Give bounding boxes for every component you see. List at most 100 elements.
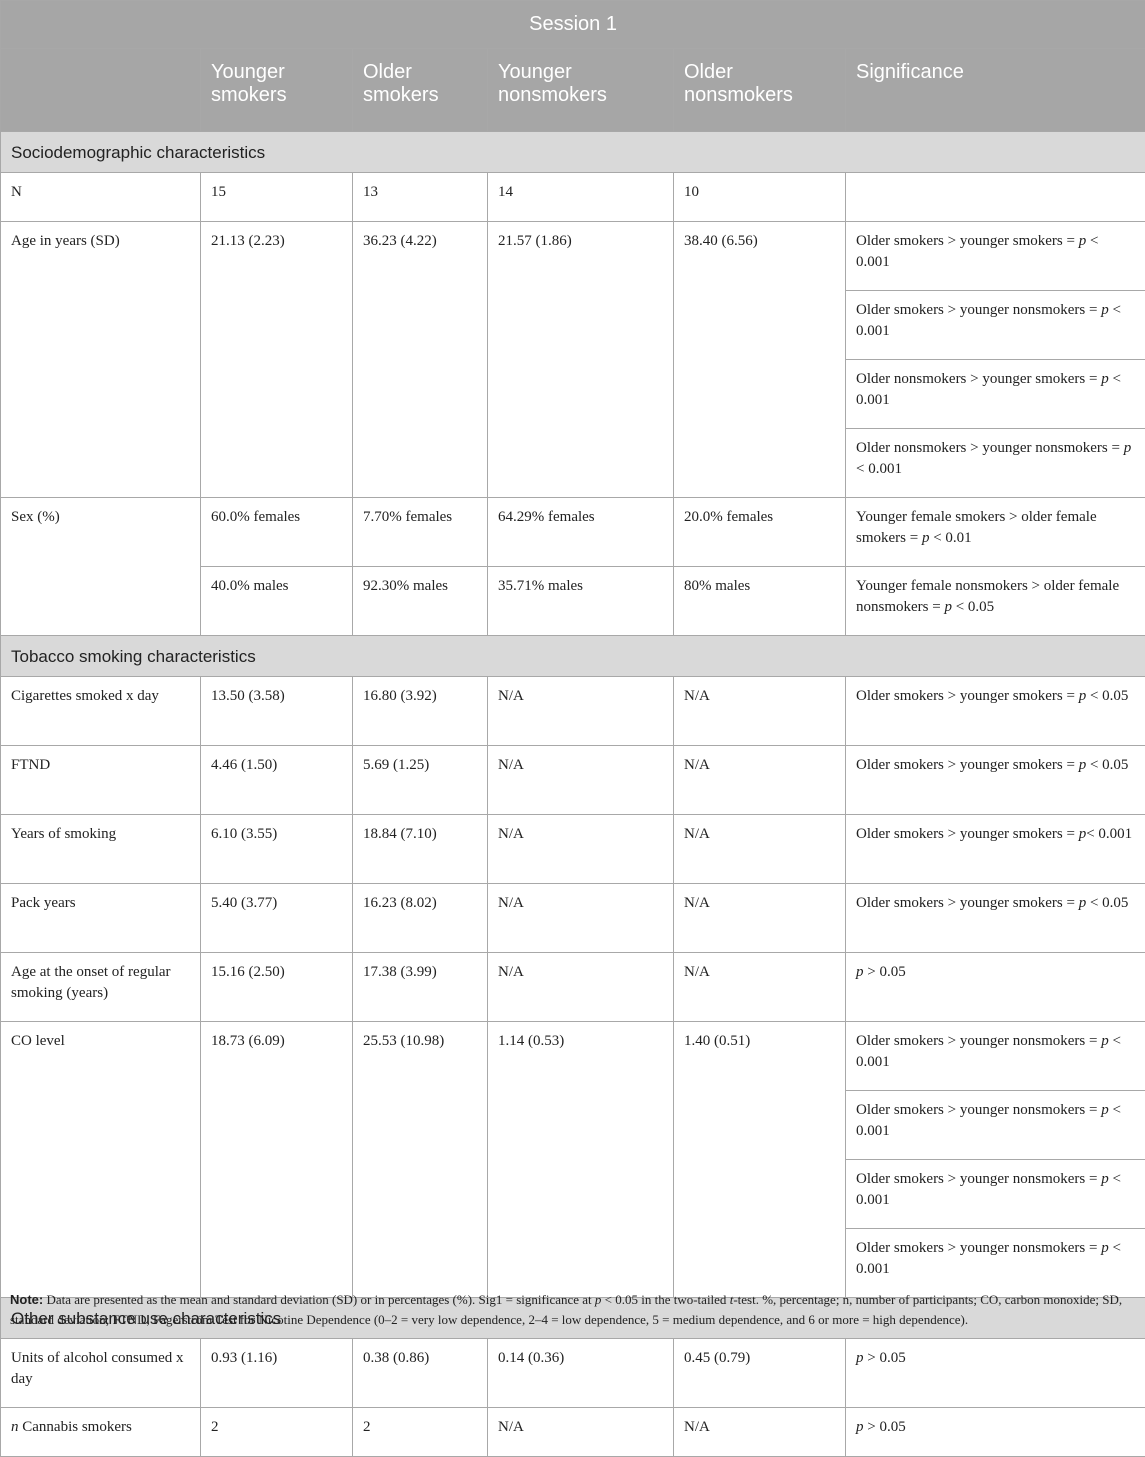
table-row-cigarettes: Cigarettes smoked x day 13.50 (3.58) 16.… <box>1 677 1145 746</box>
cell-significance: Older nonsmokers > younger smokers = p <… <box>846 360 1145 429</box>
column-header-younger-nonsmokers: Younger nonsmokers <box>488 49 674 132</box>
table-row-age: Age in years (SD) 21.13 (2.23) 36.23 (4.… <box>1 222 1145 291</box>
cell-value: 10 <box>674 173 846 222</box>
cell-significance: Younger female smokers > older female sm… <box>846 498 1145 567</box>
table-row-n: N 15 13 14 10 <box>1 173 1145 222</box>
row-label: Age in years (SD) <box>1 222 201 498</box>
cell-significance: Older smokers > younger smokers = p < 0.… <box>846 677 1145 746</box>
cell-value: 1.40 (0.51) <box>674 1022 846 1298</box>
cell-value: 40.0% males <box>201 567 353 636</box>
cell-value: 36.23 (4.22) <box>353 222 488 498</box>
table-row-years-of-smoking: Years of smoking 6.10 (3.55) 18.84 (7.10… <box>1 815 1145 884</box>
cell-value: 5.69 (1.25) <box>353 746 488 815</box>
table-row-pack-years: Pack years 5.40 (3.77) 16.23 (8.02) N/A … <box>1 884 1145 953</box>
cell-value: N/A <box>674 884 846 953</box>
column-header-older-smokers: Older smokers <box>353 49 488 132</box>
table-row-onset-age: Age at the onset of regular smoking (yea… <box>1 953 1145 1022</box>
cell-value: 80% males <box>674 567 846 636</box>
row-label: Cigarettes smoked x day <box>1 677 201 746</box>
row-label: Sex (%) <box>1 498 201 636</box>
cell-value: 6.10 (3.55) <box>201 815 353 884</box>
table-row-ftnd: FTND 4.46 (1.50) 5.69 (1.25) N/A N/A Old… <box>1 746 1145 815</box>
cell-significance: Older smokers > younger nonsmokers = p <… <box>846 291 1145 360</box>
cell-significance: Older smokers > younger smokers = p< 0.0… <box>846 815 1145 884</box>
cell-value: 15 <box>201 173 353 222</box>
characteristics-table: Session 1 Younger smokers Older smokers … <box>0 0 1145 1457</box>
cell-value: 13 <box>353 173 488 222</box>
cell-value: 20.0% females <box>674 498 846 567</box>
cell-value: N/A <box>488 884 674 953</box>
table-title-row: Session 1 <box>1 1 1145 49</box>
cell-significance: p > 0.05 <box>846 1408 1145 1457</box>
cell-value: 7.70% females <box>353 498 488 567</box>
table-row-alcohol: Units of alcohol consumed x day 0.93 (1.… <box>1 1339 1145 1408</box>
cell-value: 38.40 (6.56) <box>674 222 846 498</box>
cell-value: 60.0% females <box>201 498 353 567</box>
cell-value: N/A <box>488 815 674 884</box>
cell-value: 0.45 (0.79) <box>674 1339 846 1408</box>
cell-value: 15.16 (2.50) <box>201 953 353 1022</box>
column-header-significance: Significance <box>846 49 1145 132</box>
cell-significance: Older smokers > younger nonsmokers = p <… <box>846 1160 1145 1229</box>
cell-value: N/A <box>488 953 674 1022</box>
table-row-sex-females: Sex (%) 60.0% females 7.70% females 64.2… <box>1 498 1145 567</box>
cell-value: 2 <box>201 1408 353 1457</box>
section-label: Sociodemographic characteristics <box>1 132 1145 173</box>
column-header-younger-smokers: Younger smokers <box>201 49 353 132</box>
cell-significance: Older smokers > younger nonsmokers = p <… <box>846 1091 1145 1160</box>
section-row-sociodemographic: Sociodemographic characteristics <box>1 132 1145 173</box>
cell-value: N/A <box>674 1408 846 1457</box>
column-header-row: Younger smokers Older smokers Younger no… <box>1 49 1145 132</box>
cell-significance: p > 0.05 <box>846 953 1145 1022</box>
cell-significance: Older smokers > younger nonsmokers = p <… <box>846 1229 1145 1298</box>
cell-value: 21.13 (2.23) <box>201 222 353 498</box>
cell-value: N/A <box>674 815 846 884</box>
cell-value: 35.71% males <box>488 567 674 636</box>
cell-value: N/A <box>488 746 674 815</box>
cell-value: N/A <box>488 1408 674 1457</box>
row-label: FTND <box>1 746 201 815</box>
table-row-co-level: CO level 18.73 (6.09) 25.53 (10.98) 1.14… <box>1 1022 1145 1091</box>
row-label: n Cannabis smokers <box>1 1408 201 1457</box>
cell-significance: Older smokers > younger smokers = p < 0.… <box>846 222 1145 291</box>
section-row-tobacco: Tobacco smoking characteristics <box>1 636 1145 677</box>
cell-value: 0.38 (0.86) <box>353 1339 488 1408</box>
cell-value: 64.29% females <box>488 498 674 567</box>
row-label: Age at the onset of regular smoking (yea… <box>1 953 201 1022</box>
row-label: CO level <box>1 1022 201 1298</box>
cell-value: 0.14 (0.36) <box>488 1339 674 1408</box>
cell-value: 13.50 (3.58) <box>201 677 353 746</box>
cell-value: 4.46 (1.50) <box>201 746 353 815</box>
cell-significance: Older smokers > younger smokers = p < 0.… <box>846 884 1145 953</box>
note-label: Note: <box>10 1292 43 1307</box>
cell-value: 16.23 (8.02) <box>353 884 488 953</box>
table-row-cannabis: n Cannabis smokers 2 2 N/A N/A p > 0.05 <box>1 1408 1145 1457</box>
cell-value: 5.40 (3.77) <box>201 884 353 953</box>
section-label: Tobacco smoking characteristics <box>1 636 1145 677</box>
column-header-empty <box>1 49 201 132</box>
cell-significance: Older nonsmokers > younger nonsmokers = … <box>846 429 1145 498</box>
cell-significance: Older smokers > younger smokers = p < 0.… <box>846 746 1145 815</box>
cell-value: 16.80 (3.92) <box>353 677 488 746</box>
cell-significance: p > 0.05 <box>846 1339 1145 1408</box>
row-label: Pack years <box>1 884 201 953</box>
row-label: Years of smoking <box>1 815 201 884</box>
row-label: N <box>1 173 201 222</box>
cell-value: N/A <box>488 677 674 746</box>
cell-value: 21.57 (1.86) <box>488 222 674 498</box>
cell-value: 2 <box>353 1408 488 1457</box>
table-footnote: Note: Data are presented as the mean and… <box>10 1290 1135 1330</box>
column-header-older-nonsmokers: Older nonsmokers <box>674 49 846 132</box>
cell-value: 25.53 (10.98) <box>353 1022 488 1298</box>
cell-significance: Older smokers > younger nonsmokers = p <… <box>846 1022 1145 1091</box>
cell-value: N/A <box>674 953 846 1022</box>
cell-value: 18.84 (7.10) <box>353 815 488 884</box>
cell-significance <box>846 173 1145 222</box>
cell-value: 18.73 (6.09) <box>201 1022 353 1298</box>
cell-value: N/A <box>674 677 846 746</box>
cell-significance: Younger female nonsmokers > older female… <box>846 567 1145 636</box>
cell-value: 14 <box>488 173 674 222</box>
cell-value: 0.93 (1.16) <box>201 1339 353 1408</box>
cell-value: N/A <box>674 746 846 815</box>
row-label: Units of alcohol consumed x day <box>1 1339 201 1408</box>
